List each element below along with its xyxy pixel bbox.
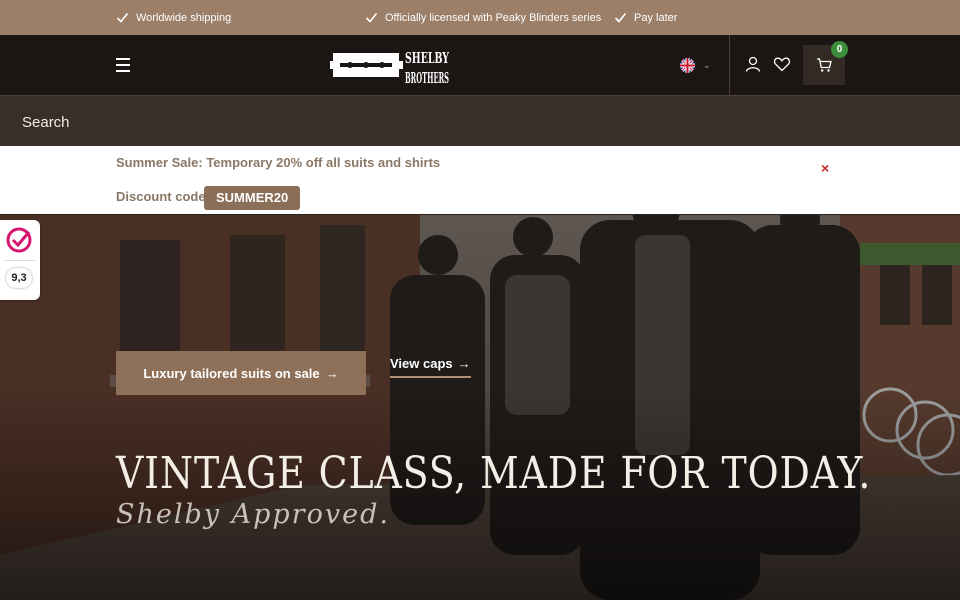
rating-widget[interactable]: 9,3: [0, 220, 40, 300]
chevron-down-icon: ⌄: [703, 59, 711, 70]
usp-label: Pay later: [634, 11, 678, 24]
language-selector[interactable]: ⌄: [680, 56, 718, 74]
usp-label: Worldwide shipping: [136, 11, 232, 24]
uk-flag-icon: [680, 57, 695, 73]
discount-code-badge[interactable]: SUMMER20: [204, 186, 301, 210]
search-bar: [0, 96, 960, 146]
heart-icon[interactable]: [773, 55, 791, 73]
cta-primary-label: Luxury tailored suits on sale: [143, 365, 320, 381]
kiyoh-logo: [6, 227, 32, 253]
arrow-right-icon: →: [325, 365, 339, 381]
check-icon: [116, 12, 129, 23]
cart-button[interactable]: 0: [803, 41, 848, 85]
user-icon[interactable]: [744, 55, 762, 73]
usp-item: Officially licensed with Peaky Blinders …: [365, 0, 601, 35]
hero-photo: [0, 215, 960, 600]
hero-script-tagline: Shelby Approved.: [116, 499, 390, 530]
arrow-right-icon: →: [457, 355, 471, 371]
site-header: SHELBY BROTHERS ⌄ 0: [0, 35, 960, 96]
usp-label: Officially licensed with Peaky Blinders …: [385, 11, 602, 24]
menu-button[interactable]: [113, 54, 133, 76]
discount-code-label: Discount code: [116, 189, 206, 204]
usp-bar: Worldwide shipping Officially licensed w…: [0, 0, 960, 35]
cart-count-badge: 0: [831, 41, 848, 58]
logo-line2: BROTHERS: [405, 69, 449, 87]
cta-secondary-label: View caps: [390, 355, 453, 371]
shelby-brothers-logo[interactable]: SHELBY BROTHERS: [330, 41, 452, 89]
rating-score: 9,3: [6, 268, 32, 288]
search-input[interactable]: [20, 108, 924, 136]
check-icon: [365, 12, 378, 23]
cart-icon: [817, 58, 832, 72]
promo-title: Summer Sale: Temporary 20% off all suits…: [116, 155, 441, 170]
hamburger-icon: [116, 58, 130, 60]
usp-item: Worldwide shipping: [116, 0, 231, 35]
view-caps-link[interactable]: View caps →: [390, 350, 471, 378]
usp-item: Pay later: [614, 0, 677, 35]
close-icon[interactable]: ×: [821, 160, 829, 176]
luxury-suits-sale-button[interactable]: Luxury tailored suits on sale →: [116, 351, 366, 395]
header-divider: [729, 35, 730, 95]
hero-title: VINTAGE CLASS, MADE FOR TODAY.: [116, 448, 872, 499]
check-icon: [614, 12, 627, 23]
logo-line1: SHELBY: [405, 49, 449, 67]
rating-divider: [4, 260, 36, 261]
hero-banner: VINTAGE CLASS, MADE FOR TODAY. Shelby Ap…: [0, 215, 960, 600]
promo-banner: Summer Sale: Temporary 20% off all suits…: [0, 146, 960, 214]
